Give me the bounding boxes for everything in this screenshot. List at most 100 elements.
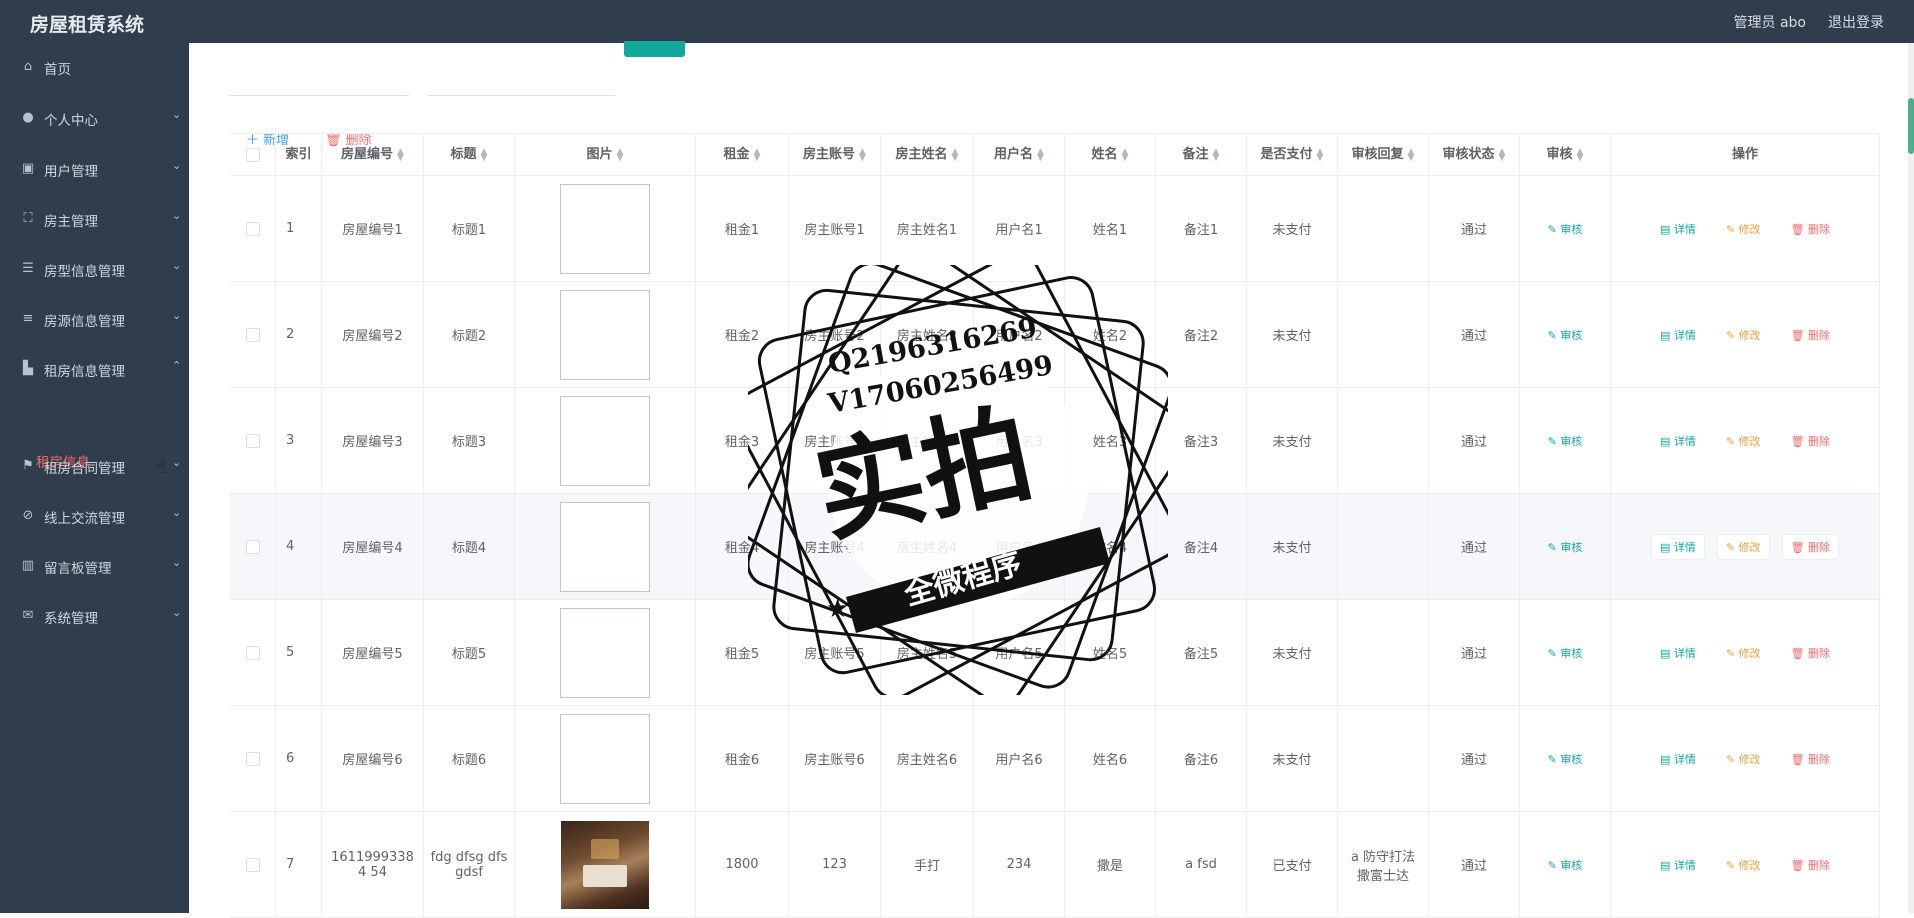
row-checkbox[interactable] — [230, 706, 276, 812]
column-header[interactable]: 租金 ▲ ▼ — [696, 134, 789, 176]
sidebar-item-board[interactable]: ▥ 留言板管理 ⌄ — [0, 546, 189, 586]
row-checkbox[interactable] — [230, 494, 276, 600]
column-header[interactable]: 审核 ▲ ▼ — [1520, 134, 1611, 176]
cell-name: 姓名2 — [1065, 282, 1156, 388]
username-filter-input[interactable] — [427, 63, 615, 96]
detail-button[interactable]: ▤ 详情 — [1652, 641, 1704, 665]
column-header: 操作 — [1611, 134, 1880, 176]
row-checkbox[interactable] — [230, 176, 276, 282]
house-code-filter-input[interactable] — [229, 63, 409, 96]
delete-button[interactable]: 🗑 删除 — [1783, 323, 1838, 347]
sort-icon: ▲ ▼ — [1212, 146, 1220, 163]
edit-button[interactable]: ✎ 修改 — [1718, 853, 1769, 877]
top-bar: 房屋租赁系统 管理员 abo 退出登录 — [0, 0, 1914, 43]
row-checkbox[interactable] — [230, 388, 276, 494]
detail-button[interactable]: ▤ 详情 — [1652, 853, 1704, 877]
list-icon: ≡ — [22, 311, 34, 326]
column-header[interactable]: 姓名 ▲ ▼ — [1065, 134, 1156, 176]
board-icon: ▥ — [21, 558, 35, 573]
detail-button[interactable]: ▤ 详情 — [1652, 747, 1704, 771]
audit-cell: ✎ 审核 — [1520, 282, 1611, 388]
cell-note: a fsd — [1156, 812, 1247, 918]
house-image — [560, 607, 650, 698]
thumb-icon: ▙ — [23, 361, 33, 376]
sidebar-item-rentals[interactable]: ▙ 租房信息管理 ⌃ — [0, 349, 189, 389]
current-user: 管理员 abo — [1733, 15, 1806, 31]
sidebar-item-profile[interactable]: ● 个人中心 ⌄ — [0, 98, 189, 138]
actions-cell: ▤ 详情 ✎ 修改 🗑 删除 — [1611, 706, 1880, 812]
audit-button[interactable]: ✎ 审核 — [1540, 217, 1591, 241]
edit-button[interactable]: ✎ 修改 — [1717, 534, 1769, 559]
column-header[interactable]: 备注 ▲ ▼ — [1156, 134, 1247, 176]
detail-button[interactable]: ▤ 详情 — [1652, 217, 1704, 241]
column-header[interactable]: 索引 — [276, 134, 322, 176]
column-header[interactable]: 审核回复 ▲ ▼ — [1338, 134, 1429, 176]
cell-owner_acc: 房主账号5 — [789, 600, 881, 706]
audit-cell: ✎ 审核 — [1520, 706, 1611, 812]
sidebar-item-listings[interactable]: ≡ 房源信息管理 ⌄ — [0, 299, 189, 339]
column-header[interactable]: 审核状态 ▲ ▼ — [1429, 134, 1520, 176]
column-header[interactable]: 是否支付 ▲ ▼ — [1247, 134, 1338, 176]
detail-button[interactable]: ▤ 详情 — [1652, 429, 1704, 453]
delete-button[interactable]: 🗑 删除 — [1783, 641, 1838, 665]
sidebar-item-system[interactable]: ✉ 系统管理 ⌄ — [0, 596, 189, 636]
cell-owner_name: 房主姓名3 — [881, 388, 974, 494]
column-header[interactable]: 房主账号 ▲ ▼ — [789, 134, 881, 176]
audit-button[interactable]: ✎ 审核 — [1540, 535, 1591, 559]
cell-title: 标题2 — [424, 282, 515, 388]
audit-button[interactable]: ✎ 审核 — [1540, 429, 1591, 453]
house-image — [560, 183, 650, 274]
row-checkbox[interactable] — [230, 600, 276, 706]
house-image-cell — [515, 600, 696, 706]
sidebar-item-home[interactable]: ⌂ 首页 — [0, 47, 189, 87]
actions-cell: ▤ 详情 ✎ 修改 🗑 删除 — [1611, 494, 1880, 600]
scrollbar[interactable] — [1908, 43, 1914, 913]
sidebar-item-chat[interactable]: ⊘ 线上交流管理 ⌄ — [0, 496, 189, 536]
row-checkbox[interactable] — [230, 282, 276, 388]
cell-reply — [1338, 388, 1429, 494]
column-header[interactable]: 图片 ▲ ▼ — [515, 134, 696, 176]
column-header[interactable]: 房屋编号 ▲ ▼ — [322, 134, 424, 176]
select-all-checkbox[interactable] — [230, 134, 276, 176]
cell-paid: 未支付 — [1247, 706, 1338, 812]
edit-button[interactable]: ✎ 修改 — [1718, 429, 1769, 453]
cell-owner_acc: 房主账号3 — [789, 388, 881, 494]
column-header[interactable]: 房主姓名 ▲ ▼ — [881, 134, 974, 176]
cell-idx: 6 — [276, 706, 322, 812]
delete-button[interactable]: 🗑 删除 — [1783, 853, 1838, 877]
delete-button[interactable]: 🗑 删除 — [1782, 534, 1839, 559]
edit-button[interactable]: ✎ 修改 — [1718, 747, 1769, 771]
edit-button[interactable]: ✎ 修改 — [1718, 323, 1769, 347]
audit-button[interactable]: ✎ 审核 — [1540, 323, 1591, 347]
audit-button[interactable]: ✎ 审核 — [1540, 641, 1591, 665]
cell-idx: 4 — [276, 494, 322, 600]
sidebar-item-label: 系统管理 — [44, 611, 98, 627]
row-checkbox[interactable] — [230, 812, 276, 918]
delete-button[interactable]: 🗑 删除 — [1783, 429, 1838, 453]
delete-button[interactable]: 🗑 删除 — [1783, 747, 1838, 771]
sidebar-item-owners[interactable]: ⛶ 房主管理 ⌄ — [0, 199, 189, 239]
table-row: 6 房屋编号6 标题6 租金6 房主账号6 房主姓名6 用户名6 姓名6 备注6 未支付 通过 ✎ 审… — [230, 706, 1880, 812]
query-button[interactable] — [624, 41, 685, 57]
edit-button[interactable]: ✎ 修改 — [1718, 217, 1769, 241]
column-header[interactable]: 标题 ▲ ▼ — [424, 134, 515, 176]
audit-button[interactable]: ✎ 审核 — [1540, 747, 1591, 771]
logout-link[interactable]: 退出登录 — [1828, 12, 1884, 32]
scrollbar-thumb[interactable] — [1908, 98, 1914, 154]
house-image-cell — [515, 706, 696, 812]
cell-title: 标题5 — [424, 600, 515, 706]
cell-status: 通过 — [1429, 812, 1520, 918]
sidebar-item-room-types[interactable]: ☰ 房型信息管理 ⌄ — [0, 249, 189, 289]
column-header[interactable]: 用户名 ▲ ▼ — [974, 134, 1065, 176]
audit-button[interactable]: ✎ 审核 — [1540, 853, 1591, 877]
table-row: 4 房屋编号4 标题4 租金4 房主账号4 房主姓名4 用户名4 姓名4 备注4 未支付 通过 ✎ 审… — [230, 494, 1880, 600]
delete-button[interactable]: 🗑 删除 — [1783, 217, 1838, 241]
cell-owner_name: 房主姓名5 — [881, 600, 974, 706]
sidebar-item-users[interactable]: ▣ 用户管理 ⌄ — [0, 149, 189, 189]
detail-button[interactable]: ▤ 详情 — [1651, 534, 1704, 559]
house-image — [561, 820, 649, 909]
sidebar-item-label: 首页 — [44, 62, 71, 78]
detail-button[interactable]: ▤ 详情 — [1652, 323, 1704, 347]
edit-button[interactable]: ✎ 修改 — [1718, 641, 1769, 665]
cell-title: fdg dfsg dfs gdsf — [424, 812, 515, 918]
